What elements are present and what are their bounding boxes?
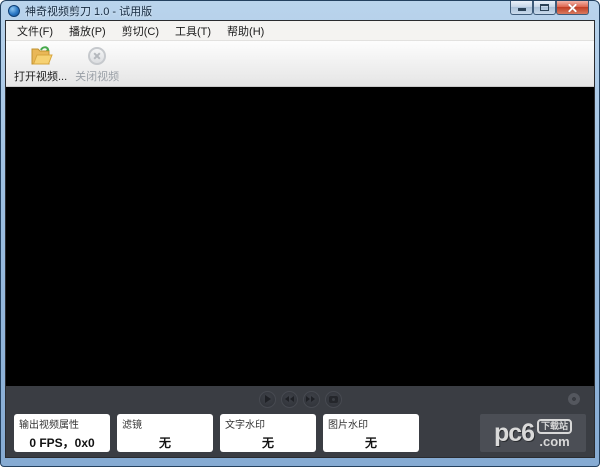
- pc6-watermark: pc6 下载站 .com: [480, 414, 586, 452]
- window-controls: [510, 1, 589, 15]
- app-icon[interactable]: [8, 5, 20, 17]
- toolbar: 打开视频... 关闭视频: [6, 41, 594, 87]
- menu-item-tools[interactable]: 工具(T): [167, 20, 219, 42]
- status-panel: 输出视频属性 0 FPS，0x0 滤镜 无 文字水印 无 图片水印 无 pc6 …: [6, 412, 594, 457]
- close-icon: [567, 2, 578, 13]
- minimize-icon: [518, 8, 526, 11]
- open-video-button[interactable]: 打开视频...: [10, 44, 71, 85]
- status-label: 输出视频属性: [19, 416, 105, 431]
- snapshot-button[interactable]: [325, 391, 342, 408]
- video-display-area: [6, 87, 594, 386]
- app-window: 神奇视频剪刀 1.0 - 试用版 文件(F) 播放(P) 剪切(C) 工具(T)…: [0, 0, 600, 467]
- pc6-logo-text: pc6: [494, 421, 534, 446]
- open-folder-icon: [29, 45, 53, 67]
- status-box-text-watermark: 文字水印 无: [220, 414, 316, 452]
- status-label: 图片水印: [328, 416, 414, 431]
- play-button[interactable]: [259, 391, 276, 408]
- status-value: 无: [225, 434, 311, 451]
- window-title: 神奇视频剪刀 1.0 - 试用版: [25, 3, 152, 19]
- gear-icon[interactable]: [568, 393, 580, 405]
- status-value: 无: [122, 434, 208, 451]
- play-icon: [265, 395, 271, 403]
- status-box-output-properties: 输出视频属性 0 FPS，0x0: [14, 414, 110, 452]
- close-video-label: 关闭视频: [75, 68, 119, 84]
- open-video-label: 打开视频...: [14, 68, 67, 84]
- pc6-badge: 下载站: [537, 419, 572, 434]
- status-box-image-watermark: 图片水印 无: [323, 414, 419, 452]
- status-box-filter: 滤镜 无: [117, 414, 213, 452]
- fast-forward-icon: [306, 396, 316, 402]
- minimize-button[interactable]: [510, 1, 533, 15]
- client-area: 文件(F) 播放(P) 剪切(C) 工具(T) 帮助(H) 打开视频... 关闭…: [5, 20, 595, 458]
- menu-item-play[interactable]: 播放(P): [61, 20, 114, 42]
- rewind-icon: [284, 396, 294, 402]
- menu-item-cut[interactable]: 剪切(C): [114, 20, 167, 42]
- maximize-icon: [540, 4, 549, 11]
- maximize-button[interactable]: [533, 1, 556, 15]
- pc6-suffix: .com: [539, 435, 569, 448]
- close-video-button[interactable]: 关闭视频: [71, 44, 123, 85]
- rewind-button[interactable]: [281, 391, 298, 408]
- status-value: 0 FPS，0x0: [19, 434, 105, 451]
- fast-forward-button[interactable]: [303, 391, 320, 408]
- camera-icon: [329, 396, 338, 403]
- status-label: 文字水印: [225, 416, 311, 431]
- playback-controls: [6, 386, 594, 412]
- close-button[interactable]: [556, 1, 589, 15]
- menu-bar: 文件(F) 播放(P) 剪切(C) 工具(T) 帮助(H): [6, 21, 594, 41]
- menu-item-file[interactable]: 文件(F): [9, 20, 61, 42]
- status-label: 滤镜: [122, 416, 208, 431]
- close-video-icon: [88, 47, 106, 65]
- status-value: 无: [328, 434, 414, 451]
- menu-item-help[interactable]: 帮助(H): [219, 20, 272, 42]
